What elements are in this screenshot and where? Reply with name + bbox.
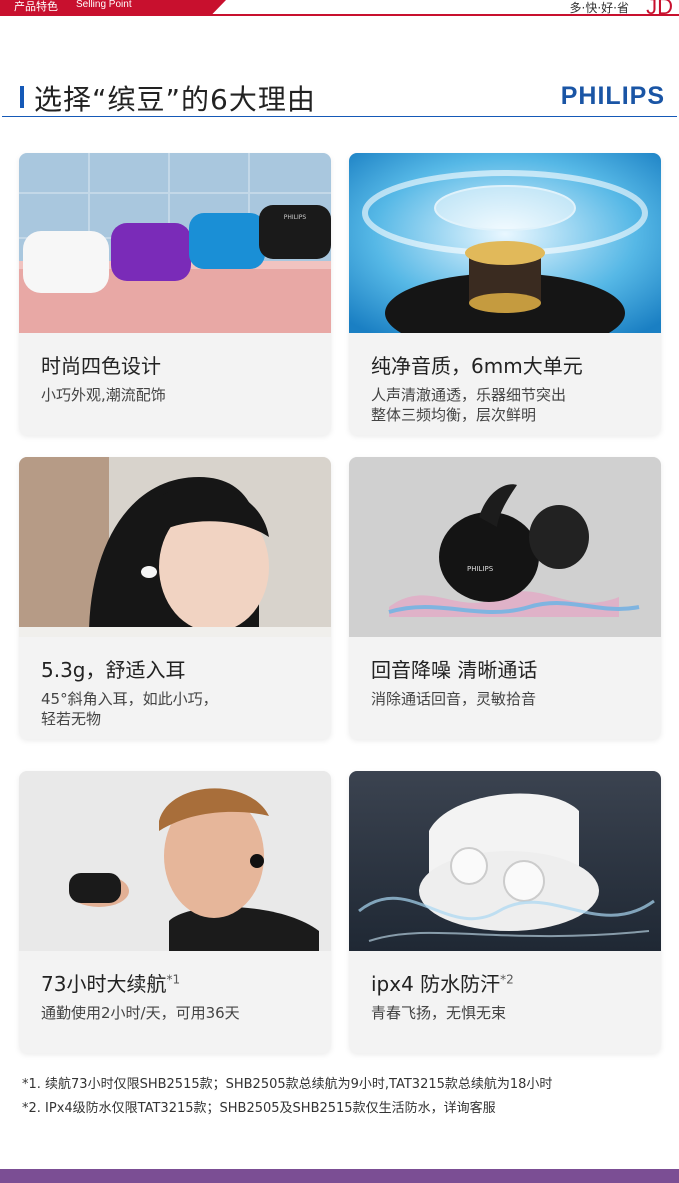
card-title: 回音降噪 清晰通话 [371,658,538,682]
waterproof-case-photo [349,771,661,951]
card-description: 消除通话回音，灵敏拾音 [371,690,537,708]
card-description: 通勤使用2小时/天，可用36天 [41,1004,240,1022]
feature-card-noise-cancel: PHILIPS 回音降噪 清晰通话 消除通话回音，灵敏拾音 [349,457,661,739]
four-color-cases-photo: PHILIPS [19,153,331,333]
card-title: 73小时大续航*1 [41,972,181,996]
card-description: 45°斜角入耳，如此小巧， 轻若无物 [41,690,218,728]
feature-card-sound: 纯净音质，6mm大单元 人声清澈通透，乐器细节突出 整体三频均衡，层次鲜明 [349,153,661,435]
section-heading: 选择“缤豆”的6大理由 PHILIPS [0,78,679,118]
feature-card-battery: 73小时大续航*1 通勤使用2小时/天，可用36天 [19,771,331,1053]
card-description: 小巧外观,潮流配饰 [41,386,166,404]
top-banner: 产品特色 Selling Point 多·快·好·省 JD [0,0,679,19]
feature-card-comfort: 5.3g，舒适入耳 45°斜角入耳，如此小巧， 轻若无物 [19,457,331,739]
jd-slogan: 多·快·好·省 [569,1,629,15]
case-brand-text: PHILIPS [284,214,307,221]
footnote-2: *2. IPx4级防水仅限TAT3215款；SHB2505及SHB2515款仅生… [22,1101,496,1116]
jd-logo: JD [646,0,673,19]
driver-unit-photo [349,153,661,333]
selling-point-label-en: Selling Point [76,0,132,10]
heading-rule [2,116,677,117]
philips-logo: PHILIPS [560,82,665,110]
section-title: 选择“缤豆”的6大理由 [34,83,316,116]
card-title: 5.3g，舒适入耳 [41,658,186,682]
black-earbud-photo: PHILIPS [349,457,661,637]
feature-card-colors: PHILIPS 时尚四色设计 小巧外观,潮流配饰 [19,153,331,435]
heading-accent-bar [20,86,24,108]
selling-point-label-cn: 产品特色 [14,0,58,13]
feature-card-waterproof: ipx4 防水防汗*2 青春飞扬，无惧无束 [349,771,661,1053]
bottom-color-band [0,1169,679,1183]
card-title: 时尚四色设计 [41,354,161,378]
card-description: 青春飞扬，无惧无束 [371,1004,507,1022]
woman-wearing-earbud-photo [19,457,331,637]
man-holding-case-photo [19,771,331,951]
footnotes: *1. 续航73小时仅限SHB2515款；SHB2505款总续航为9小时,TAT… [22,1073,552,1121]
card-description: 人声清澈通透，乐器细节突出 整体三频均衡，层次鲜明 [371,386,567,424]
earbud-brand-text: PHILIPS [467,565,494,573]
footnote-1: *1. 续航73小时仅限SHB2515款；SHB2505款总续航为9小时,TAT… [22,1077,553,1092]
card-title: ipx4 防水防汗*2 [371,972,514,996]
card-title: 纯净音质，6mm大单元 [371,354,583,378]
